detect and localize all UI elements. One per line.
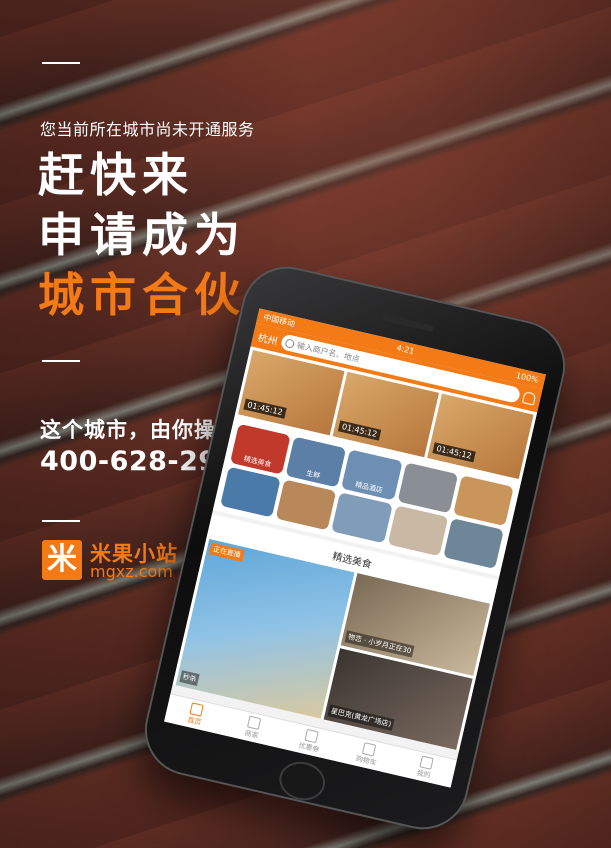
divider-line [42,62,80,64]
coupon-icon [304,728,319,744]
brand-domain[interactable]: mgxz.com [90,562,173,581]
category-item[interactable]: 生鲜 [285,436,347,488]
poster: 您当前所在城市尚未开通服务 赶快来 申请成为 城市合伙人 这个城市，由你操盘 4… [0,0,611,848]
featured-live-card[interactable]: 正在直播 秒杀 [175,538,355,719]
category-item[interactable] [275,479,337,531]
category-item[interactable] [387,505,449,557]
headline-line-1: 赶快来 [38,148,194,202]
countdown-timer: 01:45:12 [337,420,382,441]
phone-speaker [381,314,434,332]
category-item[interactable] [452,475,514,527]
tab-coupons[interactable]: 优惠券 [279,721,343,762]
category-item[interactable]: 精选美食 [229,423,291,475]
countdown-timer: 01:45:12 [243,398,287,419]
category-item[interactable] [331,492,393,544]
brand-logo-icon: 米 [42,540,82,580]
search-icon [284,337,296,349]
location-selector[interactable]: 杭州 [257,328,280,347]
store-icon [247,715,262,731]
flash-sale-label: 秒杀 [179,670,200,686]
home-icon [189,702,205,717]
home-button[interactable] [275,757,329,805]
live-badge: 正在直播 [208,542,245,562]
category-item[interactable] [397,462,459,514]
subtitle: 您当前所在城市尚未开通服务 [40,120,255,139]
featured-card-title: 星巴克(黄龙广场店) [327,704,395,731]
cart-icon [361,742,377,757]
divider-line [42,360,80,362]
clock: 4:21 [395,343,416,357]
headline-line-2: 申请成为 [38,208,246,262]
tab-home[interactable]: 首页 [164,694,228,735]
user-icon [418,755,434,770]
tab-merchants[interactable]: 商家 [221,707,285,748]
countdown-timer: 01:45:12 [432,442,476,463]
tab-cart[interactable]: 购物车 [336,734,400,775]
bell-icon[interactable] [521,391,537,406]
category-item[interactable]: 精品酒店 [341,449,403,501]
category-item[interactable] [220,466,281,518]
tab-profile[interactable]: 我的 [393,747,457,788]
category-item[interactable] [443,518,504,569]
featured-column: 物恋 · 小岁月正在30 星巴克(黄龙广场店) [323,573,490,750]
city-tagline: 这个城市，由你操盘 [40,418,238,442]
divider-line [42,520,80,522]
